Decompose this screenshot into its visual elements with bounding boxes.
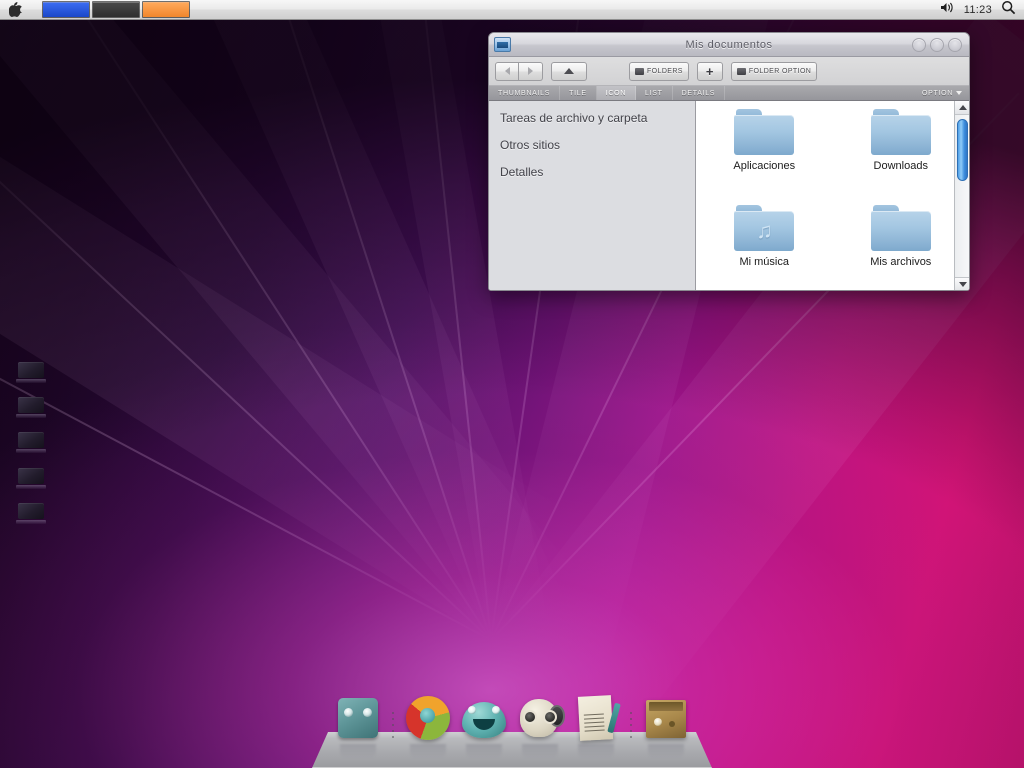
volume-icon[interactable]	[940, 1, 955, 19]
dock-item-creature[interactable]	[458, 692, 510, 744]
gear-icon	[737, 68, 746, 75]
folders-button[interactable]: FOLDERS	[629, 62, 689, 81]
dock-reflection	[466, 744, 502, 758]
headphones-skull-icon	[520, 699, 558, 737]
plus-icon: +	[706, 66, 714, 77]
tab-thumbnails[interactable]: THUMBNAILS	[489, 86, 560, 100]
forward-button[interactable]	[519, 62, 543, 81]
menu-bar-status-area: 11:23	[940, 0, 1024, 20]
file-item[interactable]: Downloads	[833, 109, 970, 205]
window-folder-icon	[494, 37, 511, 52]
folders-icon	[635, 68, 644, 75]
sidebar: Tareas de archivo y carpeta Otros sitios…	[489, 101, 696, 291]
arrow-up-icon	[959, 105, 967, 110]
arrow-up-icon	[564, 68, 574, 74]
chevron-down-icon	[956, 91, 962, 95]
sidebar-item-other-places[interactable]: Otros sitios	[500, 138, 695, 152]
desktop-icon-2[interactable]	[16, 395, 46, 421]
clock: 11:23	[964, 4, 992, 16]
view-option-menu[interactable]: OPTION	[915, 86, 969, 100]
up-button[interactable]	[551, 62, 587, 81]
file-item[interactable]: ♫ Mi música	[696, 205, 833, 291]
vertical-scrollbar[interactable]	[954, 101, 969, 291]
folder-icon	[871, 205, 931, 251]
desktop-icon-3[interactable]	[16, 430, 46, 456]
dock-item-notes[interactable]	[570, 692, 622, 744]
arrow-right-icon	[528, 67, 533, 75]
window-body: Tareas de archivo y carpeta Otros sitios…	[489, 101, 969, 291]
window-title-bar[interactable]: Mis documentos	[489, 33, 969, 57]
minimize-button[interactable]	[912, 38, 926, 52]
dock	[312, 688, 712, 768]
dock-item-list	[312, 688, 712, 744]
desktop-icon-5[interactable]	[16, 501, 46, 527]
folder-icon	[734, 109, 794, 155]
sidebar-item-file-tasks[interactable]: Tareas de archivo y carpeta	[500, 111, 695, 125]
folder-option-label: FOLDER OPTION	[749, 68, 811, 75]
file-grid: Aplicaciones Downloads ♫ Mi música Mis a…	[696, 101, 969, 291]
file-label: Mi música	[739, 256, 789, 268]
dock-item-music-skull[interactable]	[514, 692, 566, 744]
workspace-button-2[interactable]	[92, 1, 140, 18]
file-manager-window: Mis documentos FOLDERS + FOLDER OPTION T…	[488, 32, 970, 291]
menu-bar: 11:23	[0, 0, 1024, 20]
arrow-down-icon	[959, 282, 967, 287]
add-button[interactable]: +	[697, 62, 723, 81]
navigation-buttons	[495, 62, 543, 81]
folder-icon	[871, 109, 931, 155]
sidebar-item-details[interactable]: Detalles	[500, 165, 695, 179]
music-folder-icon: ♫	[734, 205, 794, 251]
scrollbar-thumb[interactable]	[957, 119, 968, 181]
workspace-button-3[interactable]	[142, 1, 190, 18]
dock-item-robot[interactable]	[332, 692, 384, 744]
dock-item-box[interactable]	[640, 692, 692, 744]
tab-list[interactable]: LIST	[636, 86, 673, 100]
desktop-icon-4[interactable]	[16, 466, 46, 492]
file-label: Mis archivos	[870, 256, 931, 268]
dock-reflection	[340, 744, 376, 758]
tab-tile[interactable]: TILE	[560, 86, 597, 100]
search-icon[interactable]	[1001, 0, 1016, 20]
file-item[interactable]: Aplicaciones	[696, 109, 833, 205]
folder-option-button[interactable]: FOLDER OPTION	[731, 62, 817, 81]
dock-reflection	[410, 744, 446, 758]
scroll-down-button[interactable]	[955, 277, 969, 291]
dock-separator-2	[626, 710, 636, 744]
cardboard-box-icon	[646, 700, 686, 738]
dock-reflection	[578, 744, 614, 758]
dock-separator-1	[388, 710, 398, 744]
apple-logo-icon[interactable]	[0, 0, 30, 20]
robot-face-icon	[338, 698, 378, 738]
file-label: Aplicaciones	[733, 160, 795, 172]
window-title: Mis documentos	[489, 39, 969, 51]
notes-document-icon	[578, 695, 613, 741]
back-button[interactable]	[495, 62, 519, 81]
maximize-button[interactable]	[930, 38, 944, 52]
file-item[interactable]: Mis archivos	[833, 205, 970, 291]
workspace-button-1[interactable]	[42, 1, 90, 18]
workspace-switcher[interactable]	[42, 1, 192, 18]
tab-icon[interactable]: ICON	[597, 86, 636, 100]
browser-icon	[406, 696, 450, 740]
arrow-left-icon	[505, 67, 510, 75]
scroll-up-button[interactable]	[955, 101, 969, 115]
dock-reflection	[648, 744, 684, 758]
option-label: OPTION	[922, 90, 953, 97]
folders-label: FOLDERS	[647, 68, 683, 75]
window-controls	[912, 38, 969, 52]
tab-details[interactable]: DETAILS	[673, 86, 726, 100]
dock-reflection	[522, 744, 558, 758]
dock-item-browser[interactable]	[402, 692, 454, 744]
desktop-icon-1[interactable]	[16, 360, 46, 386]
file-label: Downloads	[874, 160, 928, 172]
close-button[interactable]	[948, 38, 962, 52]
window-toolbar: FOLDERS + FOLDER OPTION	[489, 57, 969, 86]
view-tab-bar: THUMBNAILS TILE ICON LIST DETAILS OPTION	[489, 86, 969, 101]
creature-face-icon	[462, 702, 506, 738]
